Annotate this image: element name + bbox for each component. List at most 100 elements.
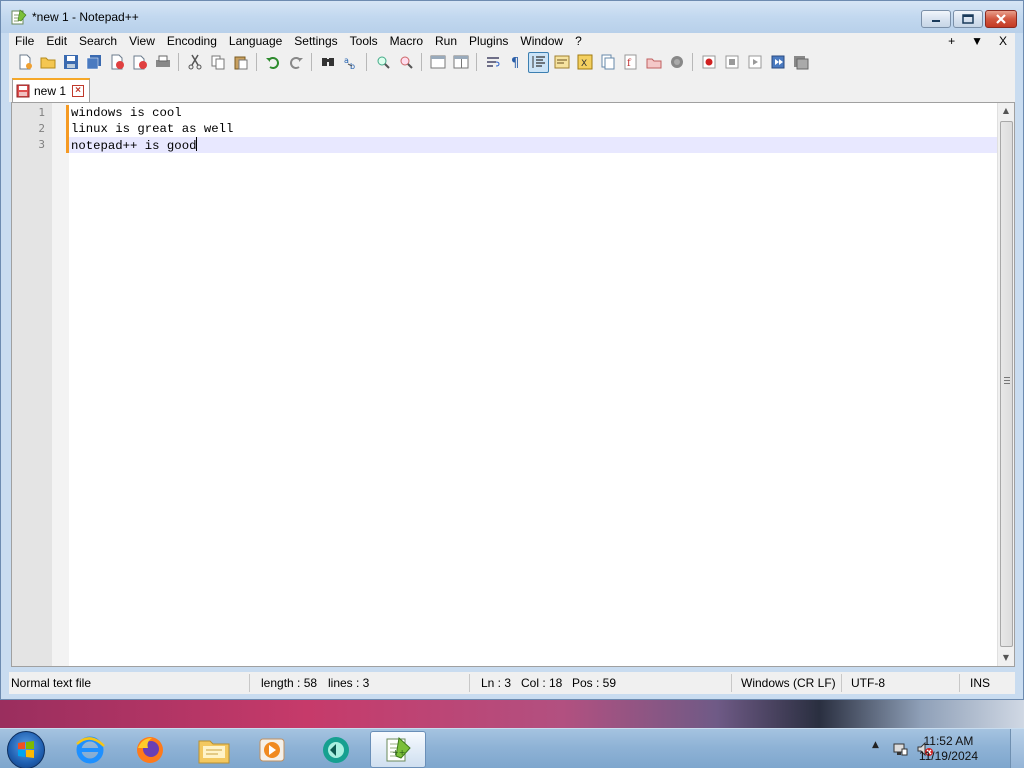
taskbar-file-explorer[interactable] <box>186 731 242 768</box>
redo-button[interactable] <box>285 52 306 73</box>
menu-window[interactable]: Window <box>514 33 569 49</box>
udl-button[interactable] <box>551 52 572 73</box>
find-button[interactable] <box>317 52 338 73</box>
function-list-button[interactable] <box>597 52 618 73</box>
menu-plugins[interactable]: Plugins <box>463 33 514 49</box>
zoom-out-button[interactable] <box>395 52 416 73</box>
indent-guide-button[interactable] <box>528 51 549 73</box>
doc-list-button[interactable] <box>666 52 687 73</box>
open-file-button[interactable] <box>37 52 58 73</box>
zoom-out-icon <box>400 56 413 69</box>
status-encoding[interactable]: UTF-8 <box>851 676 885 690</box>
stop-record-button[interactable] <box>721 52 742 73</box>
scroll-up-arrow-icon[interactable]: ▲ <box>998 103 1014 119</box>
play-multiple-button[interactable] <box>767 52 788 73</box>
print-icon <box>155 55 170 67</box>
menu-run[interactable]: Run <box>429 33 463 49</box>
scroll-thumb[interactable] <box>1000 121 1013 647</box>
toolbar-separator <box>692 53 693 71</box>
restore-icon <box>962 14 974 24</box>
tab-new-1[interactable]: new 1 × <box>12 78 90 102</box>
start-button[interactable] <box>7 731 45 768</box>
taskbar-media-player[interactable] <box>244 731 300 768</box>
minimize-icon <box>932 20 940 22</box>
taskbar-internet-explorer[interactable] <box>62 731 118 768</box>
close-all-icon <box>133 55 147 70</box>
window-title: *new 1 - Notepad++ <box>32 10 139 24</box>
close-all-button[interactable] <box>129 52 150 73</box>
save-button[interactable] <box>60 52 81 73</box>
clock[interactable]: 11:52 AM 11/19/2024 <box>919 734 978 764</box>
close-file-button[interactable] <box>106 52 127 73</box>
menu-file[interactable]: File <box>9 33 40 49</box>
network-icon[interactable] <box>892 741 908 757</box>
vertical-scrollbar[interactable]: ▲ ▼ <box>997 103 1014 666</box>
sync-vertical-button[interactable] <box>427 52 448 73</box>
code-area[interactable]: windows is cool linux is great as well n… <box>69 103 999 666</box>
close-document-button[interactable]: X <box>999 33 1007 49</box>
menu-view[interactable]: View <box>123 33 161 49</box>
media-player-icon <box>259 738 285 761</box>
editor[interactable]: 1 2 3 windows is cool linux is great as … <box>11 102 1015 667</box>
menu-edit[interactable]: Edit <box>40 33 73 49</box>
indent-guide-icon <box>532 56 545 68</box>
code-line[interactable]: windows is cool <box>71 105 182 121</box>
print-button[interactable] <box>152 52 173 73</box>
fold-margin[interactable] <box>52 103 69 666</box>
line-number: 3 <box>38 138 45 151</box>
grip-icon <box>1004 377 1010 384</box>
menu-language[interactable]: Language <box>223 33 288 49</box>
tab-list-button[interactable]: ▼ <box>971 33 983 49</box>
scroll-down-arrow-icon[interactable]: ▼ <box>998 650 1014 666</box>
file-explorer-icon <box>198 740 230 763</box>
code-line-current[interactable]: notepad++ is good <box>71 137 198 153</box>
menu-help[interactable]: ? <box>569 33 588 49</box>
status-mode[interactable]: INS <box>970 676 990 690</box>
monitoring-button[interactable] <box>643 52 664 73</box>
copy-button[interactable] <box>207 52 228 73</box>
undo-button[interactable] <box>262 52 283 73</box>
save-all-button[interactable] <box>83 52 104 73</box>
close-button[interactable] <box>985 10 1017 28</box>
replace-button[interactable]: ab <box>340 52 361 73</box>
taskbar-firefox[interactable] <box>122 731 178 768</box>
notepadpp-icon: ++ <box>386 736 411 761</box>
zoom-in-button[interactable] <box>372 52 393 73</box>
code-line[interactable]: linux is great as well <box>71 121 233 137</box>
undo-icon <box>265 57 279 69</box>
monitoring-icon <box>646 58 661 69</box>
menu-tools[interactable]: Tools <box>344 33 384 49</box>
title-bar[interactable]: *new 1 - Notepad++ <box>1 1 1023 33</box>
menu-encoding[interactable]: Encoding <box>161 33 223 49</box>
show-all-chars-button[interactable]: ¶ <box>505 52 526 73</box>
play-macro-button[interactable] <box>744 52 765 73</box>
status-eol[interactable]: Windows (CR LF) <box>741 676 836 690</box>
record-macro-button[interactable] <box>698 52 719 73</box>
document-map-button[interactable]: X <box>574 52 595 73</box>
sync-horizontal-button[interactable] <box>450 52 471 73</box>
taskbar-app[interactable] <box>308 731 364 768</box>
status-divider <box>469 674 470 692</box>
maximize-button[interactable] <box>953 10 983 28</box>
taskbar-notepadpp[interactable]: ++ <box>370 731 426 768</box>
menu-settings[interactable]: Settings <box>288 33 343 49</box>
notepadpp-icon[interactable] <box>11 9 27 25</box>
current-line-highlight <box>69 137 999 153</box>
menu-macro[interactable]: Macro <box>384 33 429 49</box>
paste-button[interactable] <box>230 52 251 73</box>
svg-text:b: b <box>350 62 355 70</box>
folder-workspace-button[interactable]: f <box>620 52 641 73</box>
word-wrap-button[interactable] <box>482 52 503 73</box>
minimize-button[interactable] <box>921 10 951 28</box>
new-tab-button[interactable]: + <box>948 33 955 49</box>
show-hidden-icons[interactable]: ▲ <box>872 740 879 750</box>
save-macro-button[interactable] <box>790 52 811 73</box>
cut-button[interactable] <box>184 52 205 73</box>
status-divider <box>731 674 732 692</box>
new-file-icon <box>19 54 32 70</box>
menu-search[interactable]: Search <box>73 33 123 49</box>
new-file-button[interactable] <box>14 52 35 73</box>
svg-text:X: X <box>581 59 587 69</box>
tab-close-icon[interactable]: × <box>72 85 84 97</box>
show-desktop-button[interactable] <box>1010 729 1024 768</box>
